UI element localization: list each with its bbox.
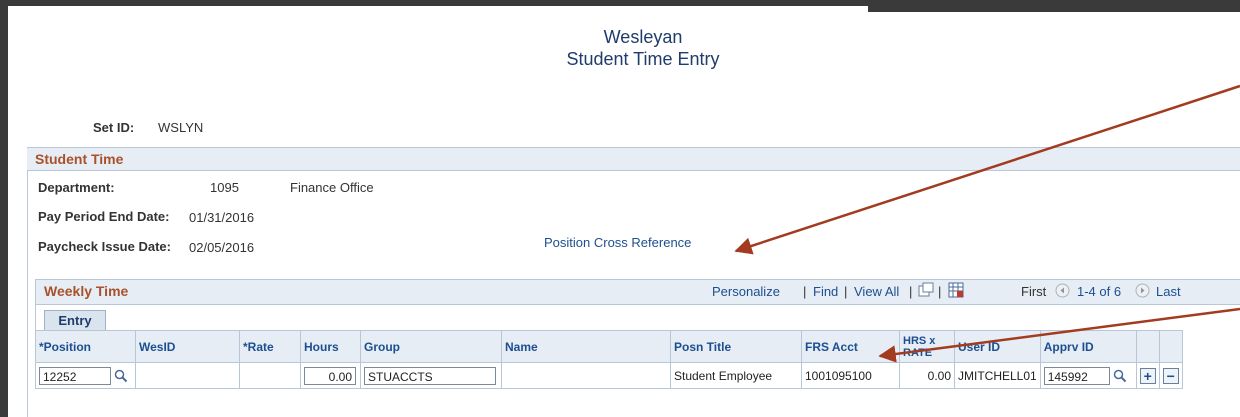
page: Wesleyan Student Time Entry Set ID: WSLY… (8, 6, 1240, 417)
annotation-arrow-2 (878, 307, 1240, 363)
annotation-arrow-1 (734, 84, 1240, 255)
annotation-arrows (734, 84, 1240, 363)
